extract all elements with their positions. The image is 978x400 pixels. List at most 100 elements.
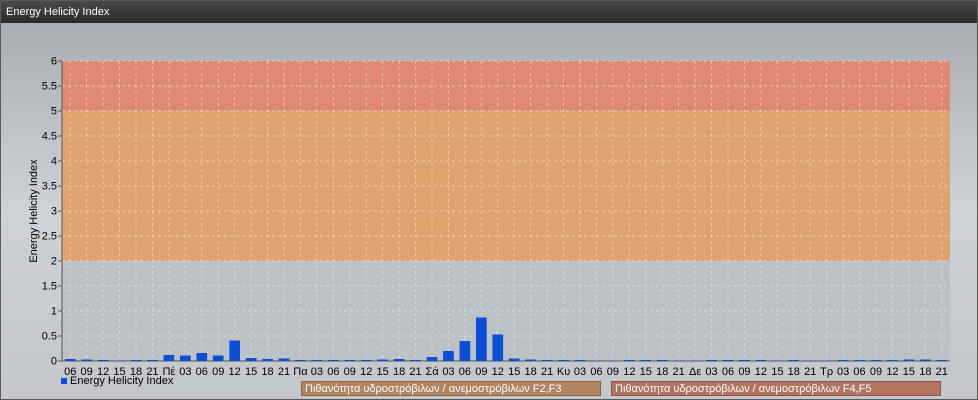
- legend-series: Energy Helicity Index: [61, 375, 173, 387]
- x-tick-label-38: Δε: [689, 366, 701, 378]
- legend-band-f2f3: Πιθανότητα υδροστρόβιλων / ανεμοστρόβιλω…: [301, 381, 601, 396]
- x-tick-label-30: Κυ: [557, 366, 570, 378]
- legend-series-label: Energy Helicity Index: [70, 375, 174, 387]
- x-tick-label-15: 03: [311, 366, 323, 378]
- x-tick-label-14: Πα: [293, 366, 308, 378]
- bar-28: [525, 359, 537, 361]
- window-title: Energy Helicity Index: [1, 1, 977, 23]
- bar-4: [130, 360, 142, 361]
- chart-window: Energy Helicity Index 0 0.5 1 1.5 2 2.5 3 3.5 4 4…: [0, 0, 978, 400]
- x-tick-label-25: 09: [475, 366, 487, 378]
- legend-band-f4f5: Πιθανότητα υδροστρόβιλων / ανεμοστρόβιλω…: [611, 381, 941, 396]
- y-tick-label-12: 6: [51, 56, 57, 68]
- x-tick-label-23: 03: [442, 366, 454, 378]
- x-tick-label-52: 18: [919, 366, 931, 378]
- bar-41: [739, 360, 750, 361]
- x-tick-label-49: 09: [870, 366, 882, 378]
- y-tick-label-9: 4.5: [42, 131, 57, 143]
- bar-43: [771, 360, 783, 361]
- x-tick-label-47: 03: [837, 366, 849, 378]
- bar-1: [81, 359, 93, 361]
- bar-53: [936, 360, 948, 361]
- y-tick-label-4: 2: [51, 256, 57, 268]
- bar-15: [311, 360, 323, 361]
- x-tick-label-20: 18: [393, 366, 405, 378]
- x-tick-label-50: 12: [886, 366, 898, 378]
- bar-35: [640, 360, 652, 361]
- x-tick-label-32: 06: [590, 366, 602, 378]
- x-tick-label-16: 06: [327, 366, 339, 378]
- bar-21: [410, 360, 421, 361]
- y-tick-label-8: 4: [51, 156, 57, 168]
- x-tick-label-28: 18: [525, 366, 537, 378]
- bar-20: [393, 359, 405, 361]
- bar-48: [854, 360, 865, 361]
- x-tick-label-42: 12: [755, 366, 767, 378]
- x-tick-label-45: 21: [804, 366, 816, 378]
- y-tick-label-10: 5: [51, 106, 57, 118]
- x-tick-label-26: 12: [492, 366, 504, 378]
- y-tick-label-11: 5.5: [42, 81, 57, 93]
- bar-8: [196, 353, 208, 361]
- bar-40: [722, 360, 734, 361]
- bar-30: [558, 360, 569, 361]
- bar-27: [508, 358, 520, 361]
- y-tick-label-5: 2.5: [42, 231, 57, 243]
- bar-19: [377, 359, 389, 361]
- bar-29: [541, 360, 553, 361]
- x-tick-label-37: 21: [673, 366, 685, 378]
- bar-32: [591, 360, 602, 361]
- bar-44: [788, 360, 800, 361]
- x-tick-label-11: 15: [245, 366, 257, 378]
- bar-0: [64, 359, 76, 361]
- bar-37: [673, 360, 685, 361]
- x-tick-label-53: 21: [936, 366, 948, 378]
- x-tick-label-24: 06: [459, 366, 471, 378]
- x-tick-label-40: 06: [722, 366, 734, 378]
- x-tick-label-9: 09: [212, 366, 224, 378]
- bar-13: [278, 358, 290, 361]
- chart-panel: 0 0.5 1 1.5 2 2.5 3 3.5 4 4.5 5 5.5 6 Energy Helicity…: [1, 23, 977, 399]
- bar-33: [607, 360, 619, 361]
- x-tick-label-19: 15: [377, 366, 389, 378]
- x-tick-label-39: 03: [705, 366, 717, 378]
- x-tick-label-41: 09: [738, 366, 750, 378]
- bar-14: [295, 360, 306, 361]
- bar-38: [689, 360, 701, 361]
- y-tick-label-2: 1: [51, 306, 57, 318]
- x-tick-label-46: Τρ: [820, 366, 833, 378]
- bar-47: [837, 360, 849, 361]
- x-tick-label-36: 18: [656, 366, 668, 378]
- x-tick-label-17: 09: [344, 366, 356, 378]
- bar-2: [97, 360, 109, 361]
- bar-10: [229, 340, 241, 361]
- x-tick-label-8: 06: [196, 366, 208, 378]
- bar-16: [327, 360, 339, 361]
- bar-36: [656, 360, 668, 361]
- x-tick-label-7: 03: [179, 366, 191, 378]
- bar-5: [147, 360, 158, 361]
- y-tick-label-0: 0: [51, 356, 57, 368]
- bar-42: [755, 360, 767, 361]
- bar-46: [821, 360, 833, 361]
- y-tick-label-7: 3.5: [42, 181, 57, 193]
- x-tick-label-48: 06: [853, 366, 865, 378]
- bar-52: [919, 359, 931, 361]
- x-tick-label-21: 21: [409, 366, 421, 378]
- x-tick-label-27: 15: [508, 366, 520, 378]
- bar-51: [903, 359, 915, 361]
- x-tick-label-10: 12: [229, 366, 241, 378]
- bar-26: [492, 334, 504, 361]
- x-tick-label-43: 15: [771, 366, 783, 378]
- y-tick-label-6: 3: [51, 206, 57, 218]
- x-tick-label-18: 12: [360, 366, 372, 378]
- bar-18: [360, 360, 372, 361]
- y-axis-label: Energy Helicity Index: [28, 159, 40, 263]
- ehi-bar-chart: 0 0.5 1 1.5 2 2.5 3 3.5 4 4.5 5 5.5 6 Energy Helicity…: [28, 56, 950, 378]
- bar-25: [475, 317, 487, 361]
- legend-series-swatch: [61, 378, 67, 385]
- bar-7: [179, 355, 191, 361]
- x-tick-label-44: 18: [788, 366, 800, 378]
- y-tick-label-3: 1.5: [42, 281, 57, 293]
- bar-17: [344, 360, 356, 361]
